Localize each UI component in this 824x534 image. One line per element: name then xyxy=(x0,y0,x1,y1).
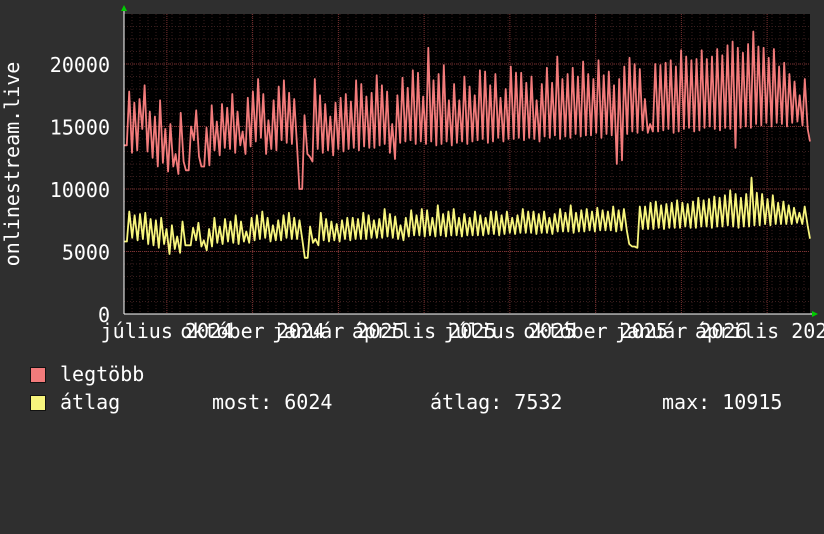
y-axis-arrow-icon xyxy=(121,5,127,11)
x-tick-label: április 2026 xyxy=(695,319,824,343)
y-tick-label: 10000 xyxy=(50,178,110,202)
legend-row-avg: átlag most: 6024 átlag: 7532 max: 10915 xyxy=(30,390,782,534)
stat-average: átlag: 7532 xyxy=(430,390,563,414)
y-tick-label: 20000 xyxy=(50,53,110,77)
chart: 05000100001500020000július 2024október 2… xyxy=(0,5,824,343)
y-axis-title: onlinestream.live xyxy=(0,62,24,267)
legend-swatch-avg xyxy=(30,395,46,411)
y-tick-label: 5000 xyxy=(62,241,110,265)
legend-label-max: legtöbb xyxy=(60,362,145,386)
stat-max: max: 10915 xyxy=(662,390,783,414)
legend-swatch-max xyxy=(30,367,46,383)
y-tick-label: 15000 xyxy=(50,116,110,140)
legend-label-avg: átlag xyxy=(60,390,121,414)
stat-current: most: 6024 xyxy=(212,390,333,414)
x-axis-arrow-icon xyxy=(812,311,818,317)
